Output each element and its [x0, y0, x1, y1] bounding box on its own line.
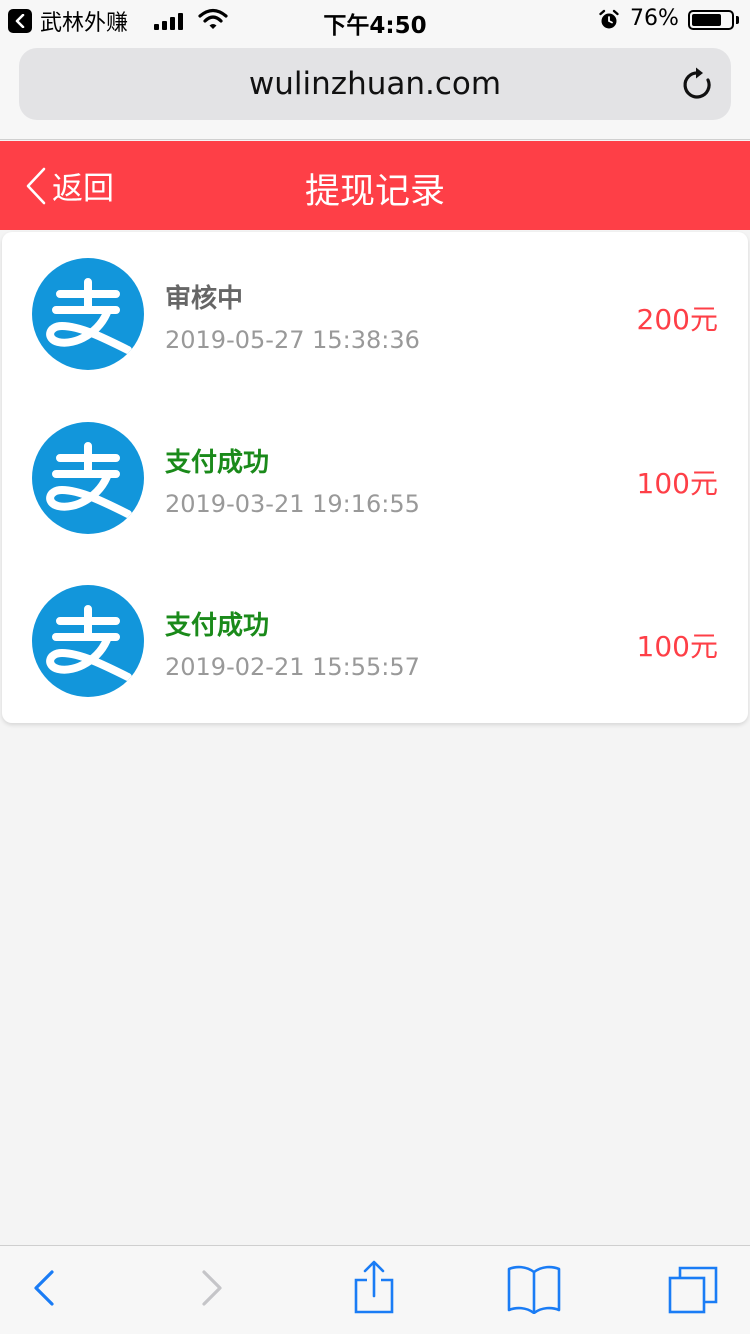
record-status: 支付成功 — [165, 611, 270, 641]
alipay-icon — [32, 422, 144, 534]
forward-arrow-icon[interactable] — [196, 1266, 226, 1314]
back-arrow-icon[interactable] — [28, 1266, 58, 1314]
record-time: 2019-03-21 19:16:55 — [165, 490, 420, 518]
browser-address-area: wulinzhuan.com — [0, 40, 750, 140]
record-amount: 100元 — [636, 467, 718, 500]
url-text: wulinzhuan.com — [248, 66, 502, 102]
list-item[interactable]: 支付成功 2019-02-21 15:55:57 100元 — [2, 559, 748, 723]
app-header: 返回 提现记录 — [0, 141, 750, 230]
record-status: 审核中 — [165, 284, 244, 314]
withdrawal-record-list: 审核中 2019-05-27 15:38:36 200元 支付成功 2019-0… — [2, 232, 748, 723]
battery-level-fill — [692, 14, 721, 26]
record-time: 2019-05-27 15:38:36 — [165, 326, 420, 354]
list-item[interactable]: 审核中 2019-05-27 15:38:36 200元 — [2, 232, 748, 396]
record-amount: 100元 — [636, 630, 718, 663]
page-title: 提现记录 — [304, 172, 445, 212]
battery-tip — [736, 16, 739, 24]
browser-toolbar — [0, 1245, 750, 1334]
share-icon[interactable] — [352, 1260, 396, 1320]
status-bar: 武林外赚 下午4:50 76% — [0, 0, 750, 40]
battery-percent: 76% — [630, 6, 679, 31]
record-amount: 200元 — [636, 303, 718, 336]
list-item[interactable]: 支付成功 2019-03-21 19:16:55 100元 — [2, 396, 748, 560]
alipay-icon — [32, 585, 144, 697]
alarm-icon — [598, 9, 620, 35]
tabs-icon[interactable] — [666, 1264, 720, 1318]
reload-icon[interactable] — [681, 66, 715, 106]
record-time: 2019-02-21 15:55:57 — [165, 653, 420, 681]
record-status: 支付成功 — [165, 448, 270, 478]
battery-icon — [688, 10, 734, 30]
bookmarks-icon[interactable] — [506, 1264, 562, 1318]
url-bar[interactable]: wulinzhuan.com — [19, 48, 731, 120]
alipay-icon — [32, 258, 144, 370]
